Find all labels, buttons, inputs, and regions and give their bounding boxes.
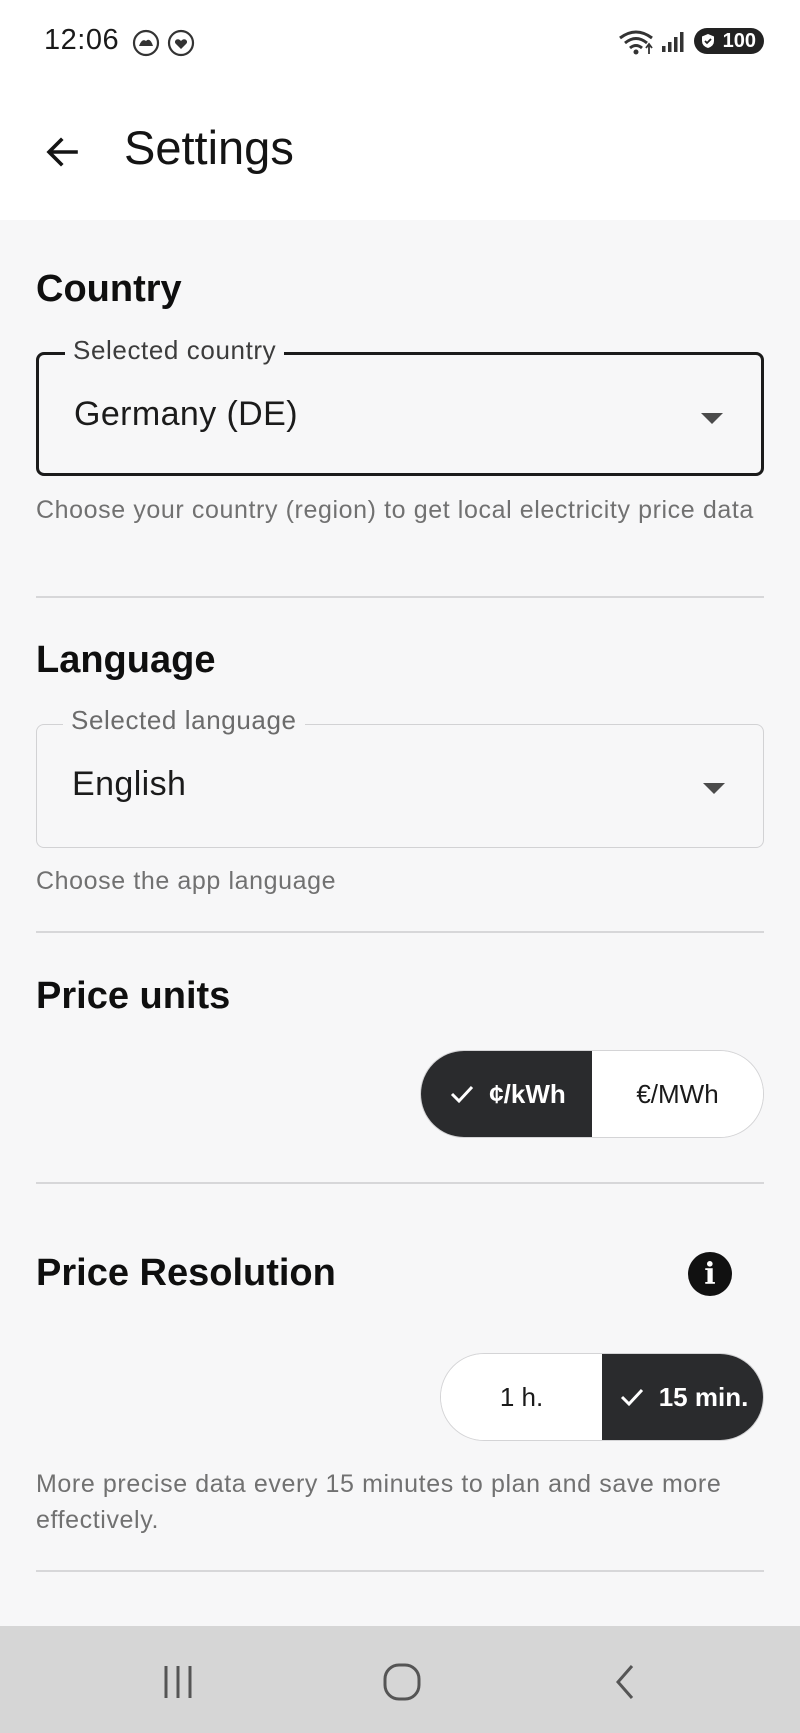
price-unit-ckwh-label: ¢/kWh [489, 1078, 566, 1109]
price-resolution-helper-text: More precise data every 15 minutes to pl… [36, 1470, 722, 1534]
check-icon [451, 1085, 474, 1104]
recent-apps-icon [164, 1666, 192, 1698]
resolution-1h-label: 1 h. [499, 1381, 544, 1412]
nav-back-button[interactable] [596, 1654, 656, 1710]
resolution-15min-option[interactable]: 15 min. [602, 1354, 763, 1440]
language-field-label: Selected language [63, 705, 305, 736]
price-resolution-section-title: Price Resolution [36, 1252, 336, 1294]
shield-icon [702, 34, 714, 48]
home-button[interactable] [372, 1654, 432, 1710]
divider [36, 931, 764, 933]
chevron-down-icon [701, 413, 723, 424]
price-units-toggle: ¢/kWh €/MWh [420, 1050, 764, 1138]
divider [36, 596, 764, 598]
price-unit-ckwh-option[interactable]: ¢/kWh [421, 1051, 592, 1137]
home-icon [383, 1663, 421, 1701]
status-bar: 12:06 100 [0, 0, 800, 84]
country-dropdown[interactable]: Selected country Germany (DE) [36, 335, 764, 476]
check-icon [620, 1388, 643, 1407]
wifi-icon [618, 28, 654, 56]
divider [36, 1570, 764, 1572]
info-icon[interactable]: i [688, 1252, 732, 1296]
weather-icon [132, 29, 160, 57]
resolution-15min-label: 15 min. [658, 1381, 749, 1412]
language-section-title: Language [36, 639, 216, 681]
battery-level: 100 [722, 29, 756, 52]
resolution-1h-option[interactable]: 1 h. [441, 1354, 602, 1440]
recent-apps-button[interactable] [148, 1654, 208, 1710]
country-field-label: Selected country [65, 335, 285, 366]
status-time: 12:06 [44, 24, 120, 56]
heart-notification-icon [167, 29, 195, 57]
language-value: English [72, 765, 187, 803]
country-helper-text: Choose your country (region) to get loca… [36, 496, 754, 524]
back-icon [616, 1665, 634, 1699]
system-nav-bar [0, 1626, 800, 1733]
arrow-left-icon [46, 137, 78, 167]
page-title: Settings [124, 121, 294, 174]
language-dropdown[interactable]: Selected language English [36, 705, 764, 848]
price-units-section-title: Price units [36, 975, 231, 1017]
country-value: Germany (DE) [74, 395, 298, 433]
app-bar: Settings [0, 84, 800, 220]
chevron-down-icon [703, 783, 725, 794]
price-unit-eurmwh-option[interactable]: €/MWh [592, 1051, 763, 1137]
back-button[interactable] [34, 124, 90, 180]
battery-indicator: 100 [694, 28, 764, 54]
signal-icon [660, 30, 688, 54]
price-unit-eurmwh-label: €/MWh [636, 1078, 719, 1109]
language-helper-text: Choose the app language [36, 867, 337, 895]
price-resolution-toggle: 1 h. 15 min. [440, 1353, 764, 1441]
country-section-title: Country [36, 268, 182, 310]
divider [36, 1182, 764, 1184]
